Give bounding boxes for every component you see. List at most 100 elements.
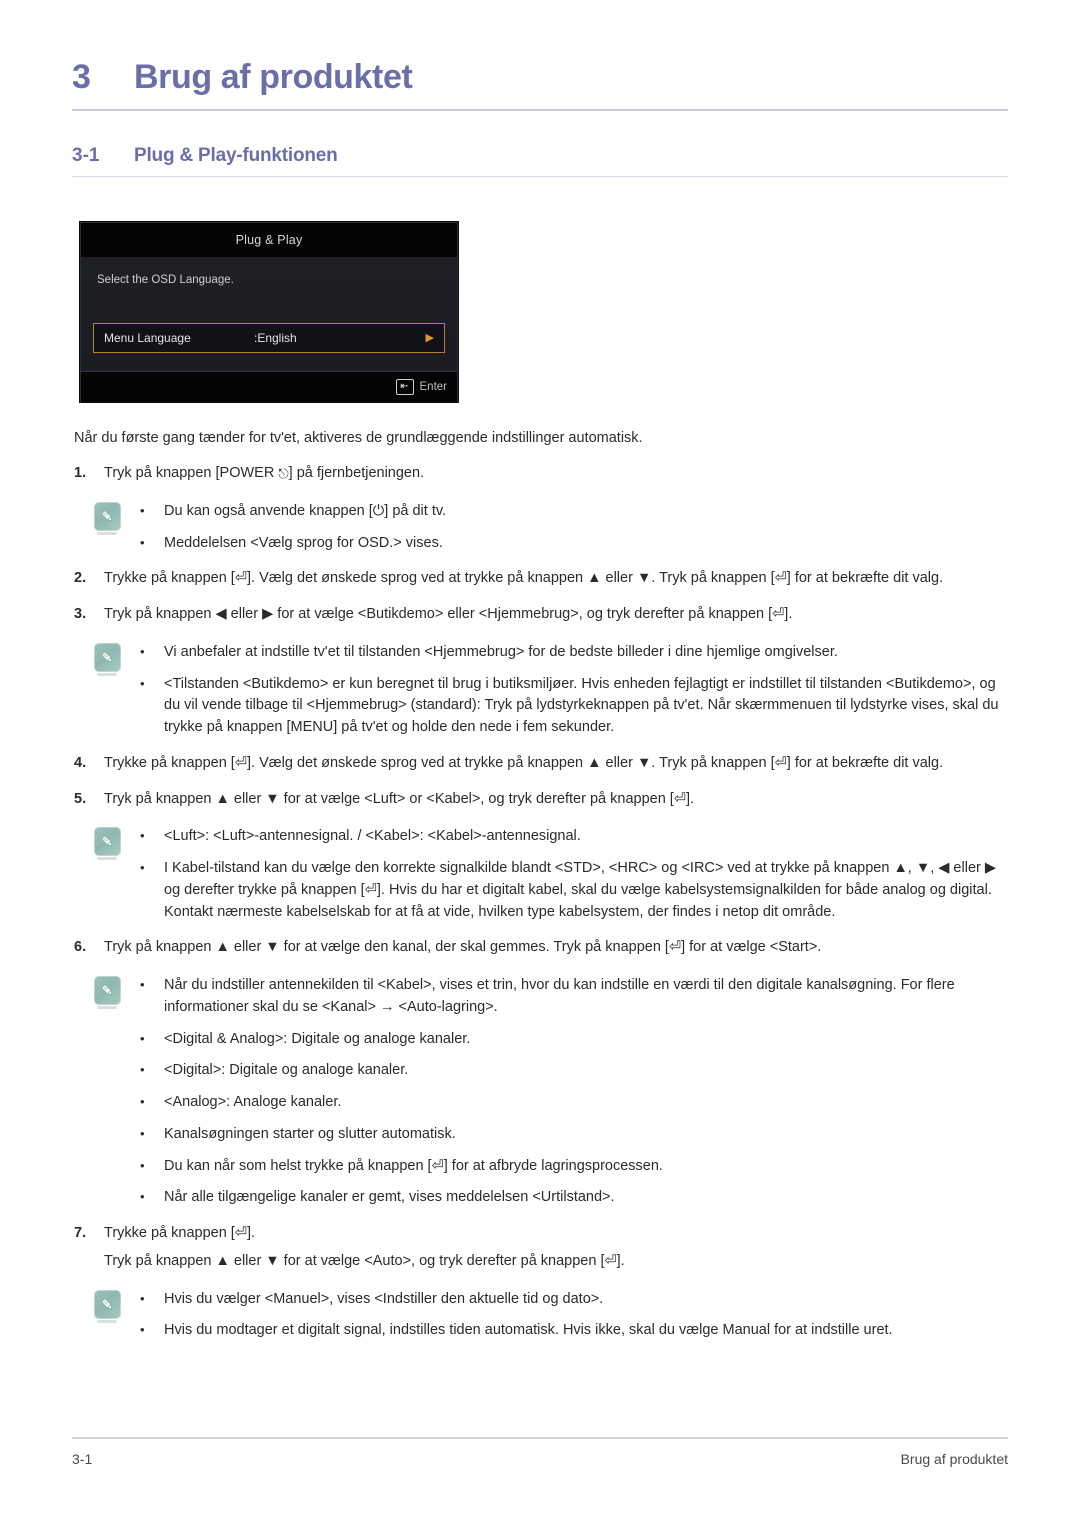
step-1-number: 1. (74, 465, 87, 482)
note-4-item-5: Du kan når som helst trykke på knappen [… (164, 1157, 663, 1174)
note-4-item-0: Når du indstiller antennekilden til <Kab… (164, 977, 955, 1015)
note-3-item-1: I Kabel-tilstand kan du vælge den korrek… (164, 860, 997, 920)
note-1-item-0: Du kan også anvende knappen [⏻] på dit t… (164, 502, 447, 519)
power-icon: ⎋ (278, 466, 289, 482)
list-item: • Du kan også anvende knappen [⏻] på dit… (136, 501, 1008, 523)
step-4-number: 4. (74, 754, 87, 771)
bullet-icon: • (140, 502, 145, 518)
list-item: • Når du indstiller antennekilden til <K… (136, 975, 1008, 1019)
note-4-item-4: Kanalsøgningen starter og slutter automa… (164, 1125, 456, 1142)
list-item: • Du kan når som helst trykke på knappen… (136, 1156, 1008, 1178)
bullet-icon: • (140, 675, 145, 691)
note-2-item-0: Vi anbefaler at indstille tv'et til tils… (164, 643, 838, 660)
step-5-text: Tryk på knappen ▲ eller ▼ for at vælge <… (104, 790, 695, 807)
list-item: • <Digital>: Digitale og analoge kanaler… (136, 1060, 1008, 1082)
footer-chapter-label: Brug af produktet (900, 1451, 1008, 1467)
osd-body: Select the OSD Language. Menu Language :… (81, 257, 457, 371)
list-item: • Vi anbefaler at indstille tv'et til ti… (136, 642, 1008, 664)
pencil-note-icon (94, 501, 128, 536)
step-2-text: Trykke på knappen [⏎]. Vælg det ønskede … (104, 570, 944, 587)
list-item: • Hvis du modtager et digitalt signal, i… (136, 1320, 1008, 1342)
step-3-number: 3. (74, 606, 87, 623)
osd-footer: ⇤ Enter (81, 371, 457, 402)
bullet-icon: • (140, 977, 145, 993)
step-6-text: Tryk på knappen ▲ eller ▼ for at vælge d… (104, 939, 822, 956)
step-2: 2. Trykke på knappen [⏎]. Vælg det ønske… (72, 568, 1008, 590)
bullet-icon: • (140, 1189, 145, 1205)
chapter-number: 3 (72, 58, 91, 96)
list-item: • Meddelelsen <Vælg sprog for OSD.> vise… (136, 533, 1008, 555)
footer-row: 3-1 Brug af produktet (72, 1451, 1008, 1467)
bullet-icon: • (140, 643, 145, 659)
list-item: • Når alle tilgængelige kanaler er gemt,… (136, 1187, 1008, 1209)
osd-menu-language-row[interactable]: Menu Language :English ▶ (93, 323, 445, 353)
step-6: 6. Tryk på knappen ▲ eller ▼ for at vælg… (72, 937, 1008, 959)
osd-enter-label: Enter (419, 381, 448, 393)
chapter-title: Brug af produktet (134, 58, 413, 96)
step-1-text-before: Tryk på knappen [POWER (104, 465, 279, 482)
triangle-right-icon[interactable]: ▶ (426, 332, 434, 344)
enter-key-icon: ⇤ (395, 379, 414, 395)
step-7-text: Trykke på knappen [⏎]. Tryk på knappen ▲… (104, 1223, 1008, 1273)
list-item: • I Kabel-tilstand kan du vælge den korr… (136, 858, 1008, 923)
note-4-list: • Når du indstiller antennekilden til <K… (128, 975, 1008, 1209)
list-item: • Kanalsøgningen starter og slutter auto… (136, 1124, 1008, 1146)
pencil-note-icon (94, 642, 128, 677)
chapter-heading: 3 Brug af produktet (72, 0, 1008, 97)
bullet-icon: • (140, 1290, 145, 1306)
note-block-4: • Når du indstiller antennekilden til <K… (72, 975, 1008, 1209)
bullet-icon: • (140, 828, 145, 844)
step-4: 4. Trykke på knappen [⏎]. Vælg det ønske… (72, 753, 1008, 775)
chapter-divider (72, 109, 1008, 111)
note-block-2: • Vi anbefaler at indstille tv'et til ti… (72, 642, 1008, 739)
section-title: Plug & Play-funktionen (134, 145, 338, 166)
note-3-list: • <Luft>: <Luft>-antennesignal. / <Kabel… (128, 826, 1008, 923)
step-5: 5. Tryk på knappen ▲ eller ▼ for at vælg… (72, 789, 1008, 811)
note-2-list: • Vi anbefaler at indstille tv'et til ti… (128, 642, 1008, 739)
section-number: 3-1 (72, 145, 100, 166)
footer-page-number: 3-1 (72, 1451, 93, 1467)
intro-paragraph: Når du første gang tænder for tv'et, akt… (74, 430, 643, 446)
note-4-item-6: Når alle tilgængelige kanaler er gemt, v… (164, 1189, 615, 1206)
list-item: • <Tilstanden <Butikdemo> er kun beregne… (136, 674, 1008, 739)
bullet-icon: • (140, 1157, 145, 1173)
bullet-icon: • (140, 1030, 145, 1046)
step-7: 7. Trykke på knappen [⏎]. Tryk på knappe… (72, 1223, 1008, 1273)
note-1-list: • Du kan også anvende knappen [⏻] på dit… (128, 501, 1008, 555)
footer-divider (72, 1437, 1008, 1439)
step-5-number: 5. (74, 790, 87, 807)
bullet-icon: • (140, 534, 145, 550)
bullet-icon: • (140, 1125, 145, 1141)
page-footer: 3-1 Brug af produktet (72, 1437, 1008, 1467)
section-divider (72, 176, 1008, 177)
note-5-list: • Hvis du vælger <Manuel>, vises <Indsti… (128, 1289, 1008, 1343)
osd-row-value: :English (254, 331, 297, 345)
step-4-text: Trykke på knappen [⏎]. Vælg det ønskede … (104, 754, 944, 771)
list-item: • <Digital & Analog>: Digitale og analog… (136, 1029, 1008, 1051)
step-7-number: 7. (74, 1225, 87, 1242)
section-heading: 3-1 Plug & Play-funktionen (72, 145, 1008, 167)
step-7-line-2: Tryk på knappen ▲ eller ▼ for at vælge <… (104, 1252, 625, 1269)
step-3: 3. Tryk på knappen ◀ eller ▶ for at vælg… (72, 604, 1008, 626)
document-page: 3 Brug af produktet 3-1 Plug & Play-funk… (0, 0, 1080, 1527)
bullet-icon: • (140, 860, 145, 876)
osd-screen: Plug & Play Select the OSD Language. Men… (80, 222, 458, 402)
step-2-number: 2. (74, 570, 87, 587)
step-3-text: Tryk på knappen ◀ eller ▶ for at vælge <… (104, 606, 793, 623)
pencil-note-icon (94, 1289, 128, 1324)
note-5-item-0: Hvis du vælger <Manuel>, vises <Indstill… (164, 1290, 604, 1307)
pencil-note-icon (94, 827, 128, 861)
pencil-note-icon (94, 976, 128, 1010)
note-2-item-1: <Tilstanden <Butikdemo> er kun beregnet … (164, 675, 999, 736)
note-block-1: • Du kan også anvende knappen [⏻] på dit… (72, 501, 1008, 555)
note-4-item-1: <Digital & Analog>: Digitale og analoge … (164, 1030, 471, 1047)
note-4-item-3: <Analog>: Analoge kanaler. (164, 1094, 342, 1111)
osd-titlebar: Plug & Play (81, 223, 457, 257)
step-1-text-after: ] på fjernbetjeningen. (288, 465, 425, 482)
note-block-5: • Hvis du vælger <Manuel>, vises <Indsti… (72, 1289, 1008, 1343)
osd-row-label: Menu Language (104, 331, 191, 345)
bullet-icon: • (140, 1062, 145, 1078)
bullet-icon: • (140, 1094, 145, 1110)
step-7-line-1: Trykke på knappen [⏎]. (104, 1225, 256, 1242)
list-item: • <Analog>: Analoge kanaler. (136, 1092, 1008, 1114)
